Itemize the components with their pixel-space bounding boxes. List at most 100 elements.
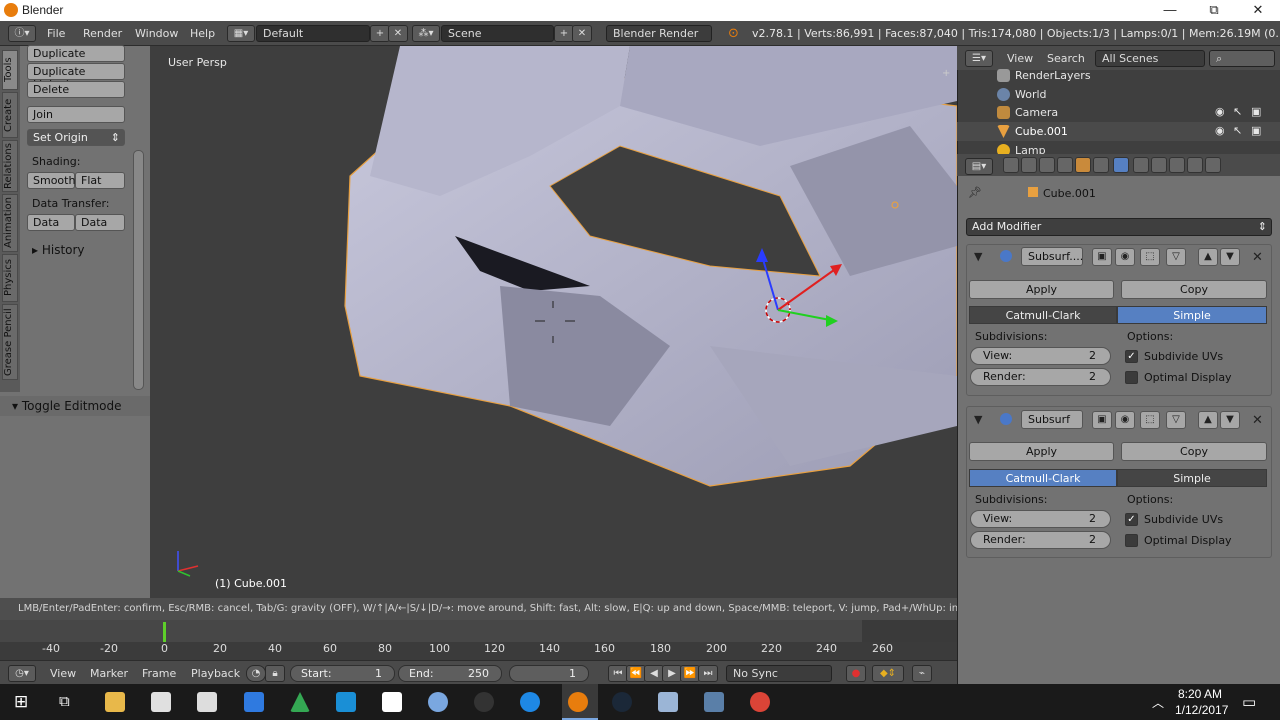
- move-up-icon[interactable]: ▲: [1198, 248, 1218, 266]
- outliner-row-camera[interactable]: Camera ◉ ↖ ▣: [957, 103, 1280, 122]
- clock-app-icon[interactable]: [520, 692, 540, 712]
- smooth-button[interactable]: Smooth: [27, 172, 75, 189]
- menu-help[interactable]: Help: [190, 27, 215, 40]
- optimal-display-checkbox[interactable]: [1125, 534, 1138, 547]
- menu-file[interactable]: File: [47, 27, 65, 40]
- modifier-name-field[interactable]: Subsurf: [1021, 410, 1083, 429]
- tab-physics[interactable]: Physics: [2, 254, 18, 302]
- end-frame-field[interactable]: End: 250: [398, 665, 502, 682]
- duplicate-button[interactable]: Duplicate: [27, 45, 125, 62]
- start-frame-field[interactable]: Start: 1: [290, 665, 395, 682]
- media-app-icon[interactable]: [474, 692, 494, 712]
- data-tab-icon[interactable]: [1133, 157, 1149, 173]
- cage-toggle-icon[interactable]: ▽: [1166, 411, 1186, 429]
- tool-shelf-scrollbar[interactable]: [133, 150, 144, 390]
- taskbar-clock-date[interactable]: 1/12/2017: [1175, 703, 1228, 717]
- copy-button[interactable]: Copy: [1121, 442, 1267, 461]
- screen-layout-icon[interactable]: ▦▾: [227, 25, 255, 42]
- preview-range-icon[interactable]: ◔: [246, 665, 266, 682]
- collapse-arrow-icon[interactable]: ▼: [974, 250, 982, 263]
- record-icon[interactable]: ●: [846, 665, 866, 682]
- selectable-arrow-icon[interactable]: ↖: [1233, 105, 1242, 118]
- menu-frame[interactable]: Frame: [142, 667, 176, 680]
- remove-modifier-icon[interactable]: ✕: [1252, 250, 1263, 265]
- duplicate-linked-button[interactable]: Duplicate Linked: [27, 63, 125, 91]
- subdivide-uvs-checkbox[interactable]: ✓: [1125, 513, 1138, 526]
- menu-window[interactable]: Window: [135, 27, 178, 40]
- move-down-icon[interactable]: ▼: [1220, 248, 1240, 266]
- move-up-icon[interactable]: ▲: [1198, 411, 1218, 429]
- render-layers-tab-icon[interactable]: [1021, 157, 1037, 173]
- subdivide-uvs-checkbox[interactable]: ✓: [1125, 350, 1138, 363]
- object-tab-icon[interactable]: [1075, 157, 1091, 173]
- menu-search[interactable]: Search: [1047, 52, 1085, 65]
- editor-type-outliner-icon[interactable]: ☰▾: [965, 50, 993, 67]
- steam-icon[interactable]: [612, 692, 632, 712]
- menu-render[interactable]: Render: [83, 27, 122, 40]
- current-frame-field[interactable]: 1: [509, 665, 589, 682]
- tab-tools[interactable]: Tools: [2, 50, 18, 90]
- outliner-filter-select[interactable]: All Scenes: [1095, 50, 1205, 67]
- timeline[interactable]: -40 -20 0 20 40 60 80 100 120 140 160 18…: [0, 620, 957, 660]
- prev-keyframe-icon[interactable]: ⏪: [626, 665, 646, 682]
- world-tab-icon[interactable]: [1057, 157, 1073, 173]
- scene-tab-icon[interactable]: [1039, 157, 1055, 173]
- add-scene-icon[interactable]: +: [554, 25, 574, 42]
- play-icon[interactable]: ▶: [662, 665, 682, 682]
- simple-option[interactable]: Simple: [1117, 469, 1267, 487]
- outliner-row-renderlayers[interactable]: RenderLayers: [957, 66, 1280, 85]
- material-tab-icon[interactable]: [1151, 157, 1167, 173]
- selectable-arrow-icon[interactable]: ↖: [1233, 124, 1242, 137]
- editmode-toggle-icon[interactable]: ⬚: [1140, 248, 1160, 266]
- current-frame-marker[interactable]: [163, 622, 166, 642]
- data-button[interactable]: Data: [27, 214, 75, 231]
- visibility-eye-icon[interactable]: ◉: [1215, 124, 1225, 137]
- task-view-icon[interactable]: ⧉: [59, 692, 70, 710]
- remote-desktop-icon[interactable]: [336, 692, 356, 712]
- render-engine-select[interactable]: Blender Render: [606, 25, 712, 42]
- tab-animation[interactable]: Animation: [2, 194, 18, 252]
- render-toggle-icon[interactable]: ▣: [1092, 411, 1112, 429]
- move-down-icon[interactable]: ▼: [1220, 411, 1240, 429]
- render-camera-icon[interactable]: ▣: [1251, 124, 1261, 137]
- add-layout-icon[interactable]: +: [370, 25, 390, 42]
- editor-type-info-icon[interactable]: ⓘ▾: [8, 25, 36, 42]
- optimal-display-checkbox[interactable]: [1125, 371, 1138, 384]
- jump-end-icon[interactable]: ⏭: [698, 665, 718, 682]
- remove-scene-icon[interactable]: ✕: [572, 25, 592, 42]
- paint-app-icon[interactable]: [658, 692, 678, 712]
- menu-marker[interactable]: Marker: [90, 667, 128, 680]
- scene-icon[interactable]: ⁂▾: [412, 25, 440, 42]
- add-modifier-dropdown[interactable]: Add Modifier ⇕: [966, 218, 1272, 236]
- cage-toggle-icon[interactable]: ▽: [1166, 248, 1186, 266]
- catmull-clark-option[interactable]: Catmull-Clark: [969, 469, 1117, 487]
- store-icon[interactable]: [151, 692, 171, 712]
- keyframe-icon[interactable]: ⌁: [912, 665, 932, 682]
- join-button[interactable]: Join: [27, 106, 125, 123]
- close-button[interactable]: ✕: [1236, 0, 1280, 21]
- keying-set-icon[interactable]: ◆⇕: [872, 665, 904, 682]
- chrome-icon[interactable]: [750, 692, 770, 712]
- editmode-toggle-icon[interactable]: ⬚: [1140, 411, 1160, 429]
- tab-grease-pencil[interactable]: Grease Pencil: [2, 304, 18, 380]
- apply-button[interactable]: Apply: [969, 442, 1114, 461]
- render-levels-field[interactable]: Render: 2: [970, 531, 1111, 549]
- catmull-clark-option[interactable]: Catmull-Clark: [969, 306, 1117, 324]
- modifier-name-field[interactable]: Subsurf....: [1021, 247, 1083, 266]
- constraints-tab-icon[interactable]: [1093, 157, 1109, 173]
- menu-view[interactable]: View: [50, 667, 76, 680]
- screen-layout-field[interactable]: Default: [256, 25, 370, 42]
- texture-tab-icon[interactable]: [1169, 157, 1185, 173]
- set-origin-dropdown[interactable]: Set Origin ⇕: [27, 129, 125, 146]
- editor-app-icon[interactable]: [382, 692, 402, 712]
- file-explorer-icon[interactable]: [105, 692, 125, 712]
- windows-start-icon[interactable]: ⊞: [14, 692, 28, 712]
- network-app-icon[interactable]: [704, 692, 724, 712]
- viewport-eye-icon[interactable]: ◉: [1115, 248, 1135, 266]
- modifiers-wrench-tab-icon[interactable]: [1113, 157, 1129, 173]
- tab-create[interactable]: Create: [2, 92, 18, 138]
- outliner-search-field[interactable]: ⌕: [1209, 50, 1275, 67]
- visibility-eye-icon[interactable]: ◉: [1215, 105, 1225, 118]
- physics-tab-icon[interactable]: [1205, 157, 1221, 173]
- pin-icon[interactable]: 📌︎: [968, 186, 982, 199]
